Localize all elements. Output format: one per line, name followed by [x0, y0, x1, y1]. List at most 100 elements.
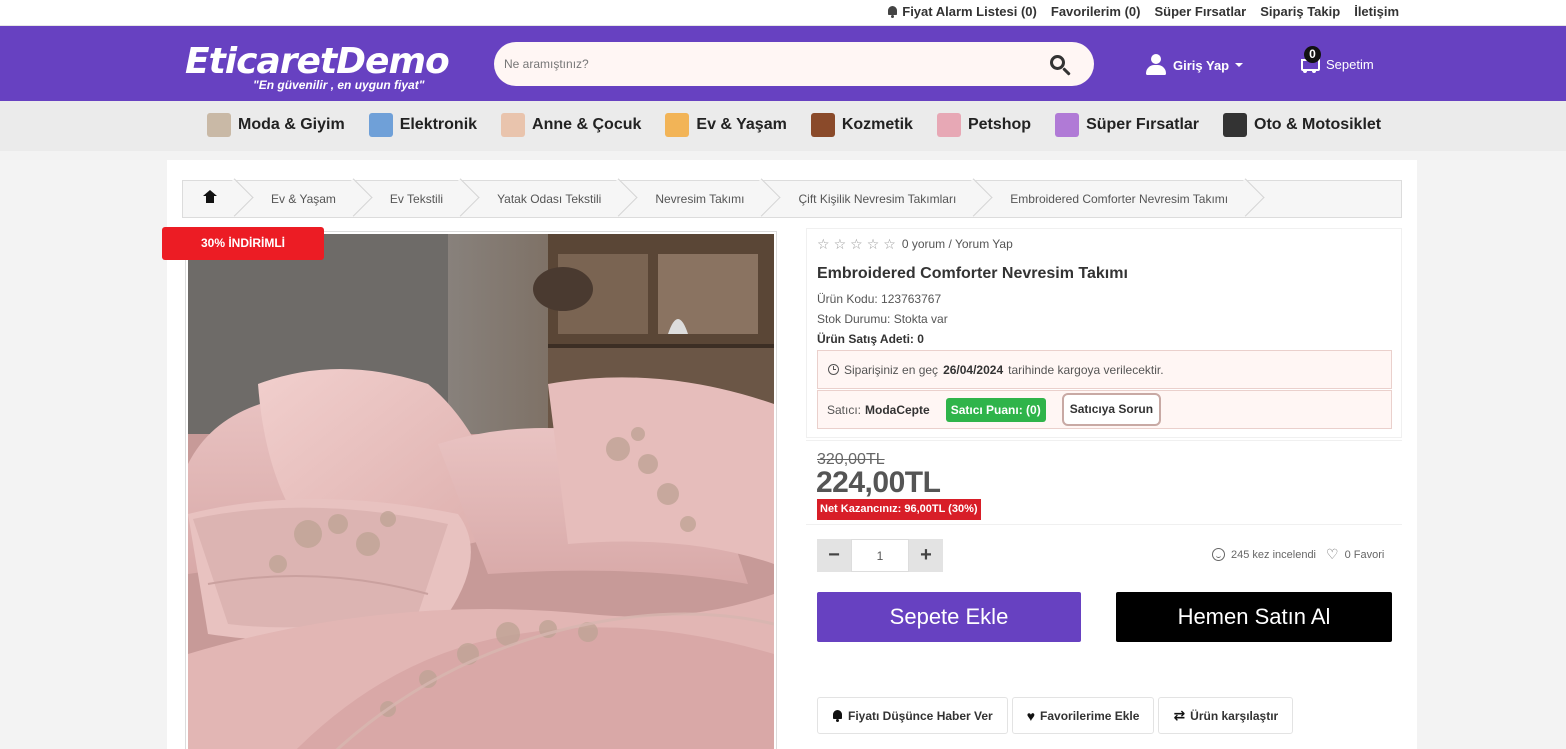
compare-button[interactable]: ⇄ Ürün karşılaştır	[1158, 697, 1294, 734]
category-list: Moda & Giyim Elektronik Anne & Çocuk Ev & Y…	[207, 113, 1381, 137]
user-icon	[1145, 54, 1167, 76]
product-code-value: 123763767	[881, 292, 942, 306]
stock-value: Stokta var	[893, 312, 948, 326]
add-favorite-button[interactable]: ♥ Favorilerime Ekle	[1011, 697, 1155, 734]
breadcrumb-label: Ev Tekstili	[389, 192, 444, 206]
cart-count-badge: 0	[1304, 46, 1321, 63]
ship-prefix: Siparişiniz en geç	[844, 362, 939, 377]
category-label: Süper Fırsatlar	[1086, 116, 1200, 133]
home-icon	[203, 189, 217, 205]
category-item[interactable]: Oto & Motosiklet	[1223, 113, 1381, 137]
sales-value: 0	[917, 332, 924, 346]
compare-icon: ⇄	[1173, 707, 1186, 723]
quantity-input[interactable]	[851, 539, 909, 572]
category-item[interactable]: Ev & Yaşam	[665, 113, 787, 137]
review-link[interactable]: 0 yorum / Yorum Yap	[902, 237, 1013, 251]
sales-label: Ürün Satış Adeti:	[817, 332, 914, 346]
clock-icon	[828, 364, 839, 375]
category-item[interactable]: Anne & Çocuk	[501, 113, 641, 137]
breadcrumb-home[interactable]	[183, 181, 239, 217]
breadcrumb-item[interactable]: Ev Tekstili	[358, 181, 465, 217]
product-actions: Fiyatı Düşünce Haber Ver ♥ Favorilerime E…	[817, 697, 1294, 734]
favorites-link[interactable]: Favorilerim (0)	[1051, 4, 1141, 19]
seller-label: Satıcı:	[827, 402, 862, 417]
lamp-icon	[665, 113, 690, 137]
bell-icon	[832, 709, 843, 722]
order-tracking-link[interactable]: Sipariş Takip	[1260, 4, 1340, 19]
discount-badge: 30% İNDİRİMLİ	[162, 227, 324, 260]
breadcrumb-item[interactable]: Yatak Odası Tekstili	[465, 181, 623, 217]
top-utility-bar: Fiyat Alarm Listesi (0) Favorilerim (0) …	[0, 0, 1566, 26]
price-alert-link[interactable]: Fiyat Alarm Listesi (0)	[887, 4, 1037, 19]
category-nav: Moda & Giyim Elektronik Anne & Çocuk Ev & Y…	[0, 101, 1566, 151]
star-icon[interactable]: ☆	[834, 237, 847, 251]
ship-date: 26/04/2024	[943, 362, 1004, 377]
price-alert-label: Fiyatı Düşünce Haber Ver	[848, 708, 993, 723]
seller-score-badge: Satıcı Puanı: (0)	[945, 397, 1046, 422]
breadcrumb-label: Embroidered Comforter Nevresim Takımı	[1010, 192, 1229, 206]
contact-link[interactable]: İletişim	[1354, 4, 1399, 19]
bell-icon	[887, 5, 898, 18]
site-header: EticaretDemo "En güvenilir , en uygun fi…	[0, 26, 1566, 101]
category-item[interactable]: Kozmetik	[810, 113, 913, 137]
breadcrumb-item[interactable]: Çift Kişilik Nevresim Takımları	[766, 181, 978, 217]
seller-name[interactable]: ModaCepte	[865, 403, 930, 417]
star-icon[interactable]: ☆	[850, 237, 863, 251]
heart-outline-icon: ♡	[1326, 546, 1339, 562]
saving-badge: Net Kazancınız: 96,00TL (30%)	[817, 499, 981, 520]
category-label: Anne & Çocuk	[532, 116, 642, 133]
category-item[interactable]: Moda & Giyim	[207, 113, 345, 137]
price-alert-button[interactable]: Fiyatı Düşünce Haber Ver	[817, 697, 1008, 734]
category-item[interactable]: Petshop	[936, 113, 1032, 137]
login-label: Giriş Yap	[1173, 57, 1230, 73]
product-image-frame[interactable]	[185, 231, 777, 749]
star-icon[interactable]: ☆	[867, 237, 880, 251]
breadcrumb-item[interactable]: Embroidered Comforter Nevresim Takımı	[978, 181, 1250, 217]
star-icon[interactable]: ☆	[817, 237, 830, 251]
top-links: Fiyat Alarm Listesi (0) Favorilerim (0) …	[887, 4, 1399, 19]
category-label: Oto & Motosiklet	[1254, 116, 1382, 133]
ship-suffix: tarihinde kargoya verilecektir.	[1008, 362, 1164, 377]
caret-down-icon	[1235, 63, 1244, 67]
ask-seller-button[interactable]: Satıcıya Sorun	[1061, 393, 1162, 426]
view-count: 245 kez incelendi	[1231, 548, 1317, 561]
breadcrumb-label: Ev & Yaşam	[271, 192, 336, 206]
buy-now-button[interactable]: Hemen Satın Al	[1116, 592, 1392, 642]
price-alert-link-label: Fiyat Alarm Listesi (0)	[902, 4, 1037, 19]
category-item[interactable]: Süper Fırsatlar	[1055, 113, 1199, 137]
search-input[interactable]	[494, 57, 1024, 71]
login-menu[interactable]: Giriş Yap	[1145, 54, 1244, 76]
quantity-stepper: − +	[817, 539, 943, 572]
product-image	[188, 234, 774, 749]
breadcrumb-label: Yatak Odası Tekstili	[497, 192, 602, 206]
site-logo[interactable]: EticaretDemo "En güvenilir , en uygun fi…	[185, 41, 450, 93]
shipping-info: Siparişiniz en geç 26/04/2024 tarihinde …	[817, 350, 1392, 389]
wheel-icon	[1223, 113, 1248, 137]
breadcrumb-item[interactable]: Ev & Yaşam	[239, 181, 358, 217]
category-label: Kozmetik	[841, 116, 913, 133]
increase-quantity-button[interactable]: +	[909, 539, 943, 572]
breadcrumb: Ev & Yaşam Ev Tekstili Yatak Odası Tekstil…	[182, 180, 1402, 218]
stock-status: Stok Durumu: Stokta var	[817, 312, 948, 326]
logo-slogan: "En güvenilir , en uygun fiyat"	[253, 78, 425, 92]
category-item[interactable]: Elektronik	[368, 113, 477, 137]
sales-count: Ürün Satış Adeti: 0	[817, 332, 924, 346]
star-icon[interactable]: ☆	[883, 237, 896, 251]
search-button[interactable]	[1024, 42, 1094, 86]
add-to-cart-button[interactable]: Sepete Ekle	[817, 592, 1081, 642]
category-label: Moda & Giyim	[238, 116, 345, 133]
product-code: Ürün Kodu: 123763767	[817, 292, 941, 306]
heart-icon: ♥	[1026, 707, 1036, 724]
decrease-quantity-button[interactable]: −	[817, 539, 851, 572]
breadcrumb-item[interactable]: Nevresim Takımı	[623, 181, 766, 217]
category-label: Petshop	[967, 116, 1032, 133]
brush-icon	[810, 113, 835, 137]
rating-row: ☆ ☆ ☆ ☆ ☆ 0 yorum / Yorum Yap	[817, 237, 1013, 251]
seller-info: Satıcı: ModaCepte Satıcı Puanı: (0) Satı…	[817, 390, 1392, 429]
baby-icon	[501, 113, 526, 137]
fashion-icon	[207, 113, 231, 137]
logo-text: EticaretDemo	[185, 41, 450, 82]
super-deals-link[interactable]: Süper Fırsatlar	[1154, 4, 1246, 19]
search-bar	[494, 42, 1094, 86]
product-code-label: Ürün Kodu:	[817, 292, 878, 306]
